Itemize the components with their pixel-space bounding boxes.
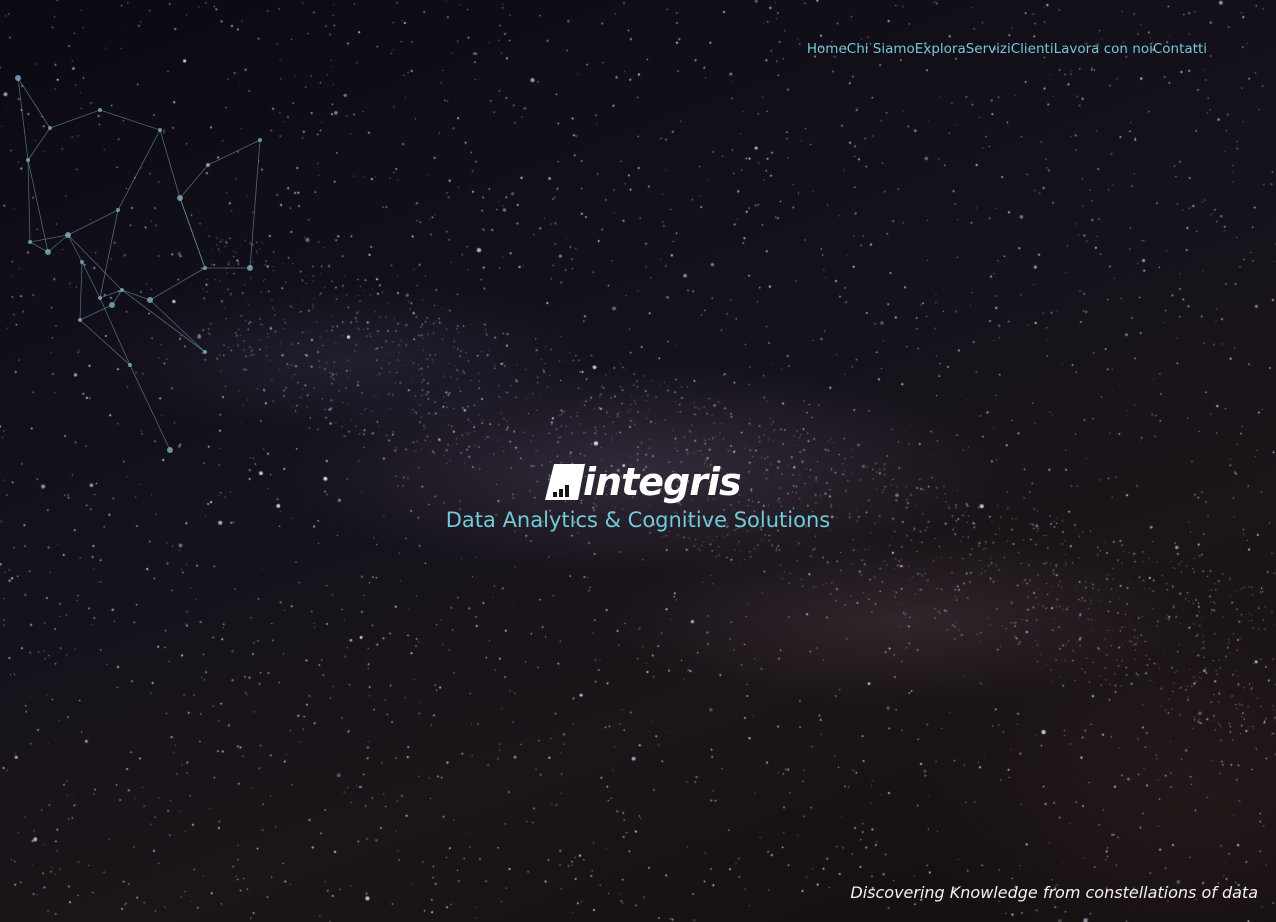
network-line <box>249 139 261 269</box>
network-line <box>99 209 119 299</box>
nav-chi-siamo[interactable]: Chi Siamo <box>847 41 915 57</box>
network-node <box>109 302 115 308</box>
network-line <box>99 289 123 299</box>
network-line <box>17 77 29 161</box>
network-node <box>147 297 153 303</box>
network-node <box>98 108 102 112</box>
network-node <box>203 350 207 354</box>
network-line <box>29 241 49 253</box>
network-line <box>27 127 51 161</box>
network-line <box>67 209 119 236</box>
network-line <box>159 129 181 199</box>
network-line <box>179 164 209 199</box>
network-node <box>177 195 183 201</box>
network-line <box>121 289 151 301</box>
network-node <box>120 288 124 292</box>
nav-clienti[interactable]: Clienti <box>1011 41 1054 57</box>
network-line <box>67 234 83 263</box>
network-line <box>81 261 101 299</box>
network-node <box>158 128 162 132</box>
network-line <box>99 297 131 366</box>
nav-home[interactable]: Home <box>807 41 847 57</box>
network-node <box>28 240 32 244</box>
network-line <box>117 129 161 211</box>
network-line <box>27 159 31 243</box>
network-node <box>98 296 102 300</box>
network-line <box>99 109 161 131</box>
network-node <box>26 158 30 162</box>
network-line <box>179 197 206 269</box>
network-node <box>45 249 51 255</box>
network-node <box>167 447 173 453</box>
nav-servizi[interactable]: Servizi <box>966 41 1011 57</box>
network-line <box>29 234 69 243</box>
network-node <box>48 126 52 130</box>
hero-tagline: Data Analytics & Cognitive Solutions <box>445 508 831 532</box>
network-line <box>149 267 206 301</box>
network-line <box>79 304 113 321</box>
network-line <box>49 109 101 129</box>
network-line <box>129 364 171 451</box>
network-node <box>247 265 253 271</box>
network-node <box>80 260 84 264</box>
footer-quote: Discovering Knowledge from constellation… <box>850 883 1258 902</box>
nav-contatti[interactable]: Contatti <box>1153 41 1207 57</box>
page: Home Chi Siamo Explora Servizi Clienti L… <box>0 0 1276 922</box>
network-line <box>79 319 131 366</box>
network-line <box>121 289 206 353</box>
logo-wordmark: integris <box>583 460 742 504</box>
nav-list: Home Chi Siamo Explora Servizi Clienti L… <box>807 38 1207 57</box>
network-node <box>203 266 207 270</box>
network-node <box>258 138 262 142</box>
network-line <box>207 139 261 166</box>
nav-lavora-con-noi[interactable]: Lavora con noi <box>1054 41 1153 57</box>
network-node <box>116 208 120 212</box>
nav-explora[interactable]: Explora <box>915 41 966 57</box>
network-line <box>47 234 69 253</box>
bar-chart-logo-icon <box>545 464 585 500</box>
constellation-network-icon <box>15 75 262 453</box>
network-line <box>67 234 123 291</box>
integris-logo: integris <box>545 456 742 502</box>
network-node <box>128 363 132 367</box>
network-line <box>27 159 49 253</box>
network-node <box>15 75 21 81</box>
network-node <box>65 232 71 238</box>
network-node <box>78 318 82 322</box>
network-node <box>206 163 210 167</box>
network-line <box>79 261 83 321</box>
network-line <box>149 299 206 353</box>
